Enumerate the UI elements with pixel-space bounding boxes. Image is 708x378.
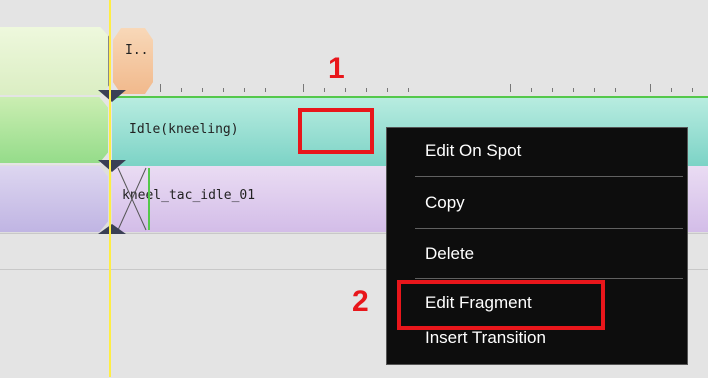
menu-separator [415, 278, 683, 279]
annotation-step-2: 2 [352, 285, 369, 318]
menu-item-copy[interactable]: Copy [387, 183, 687, 223]
clip-bottom-previous[interactable] [0, 166, 108, 232]
menu-separator [415, 176, 683, 177]
lane-notch-icon [98, 224, 126, 234]
annotation-box-2 [397, 280, 605, 330]
annotation-step-1: 1 [328, 52, 345, 85]
menu-item-insert-transition[interactable]: Insert Transition [387, 328, 687, 348]
menu-item-delete[interactable]: Delete [387, 234, 687, 274]
clip-mid-previous[interactable] [0, 97, 108, 163]
menu-item-edit-on-spot[interactable]: Edit On Spot [387, 131, 687, 171]
blend-cross-icon [117, 167, 150, 231]
lane-notch-icon [98, 160, 126, 172]
clip-fragment-label: Idle(kneeling) [129, 122, 239, 137]
clip-top-label: I.. [125, 43, 149, 58]
clip-top-transition[interactable]: I.. [113, 28, 153, 94]
timeline-ruler [160, 84, 708, 92]
annotation-box-1 [298, 108, 374, 154]
timeline-playhead[interactable] [109, 0, 111, 377]
lane-notch-icon [98, 90, 126, 102]
clip-top-previous[interactable] [0, 27, 109, 95]
menu-separator [415, 228, 683, 229]
